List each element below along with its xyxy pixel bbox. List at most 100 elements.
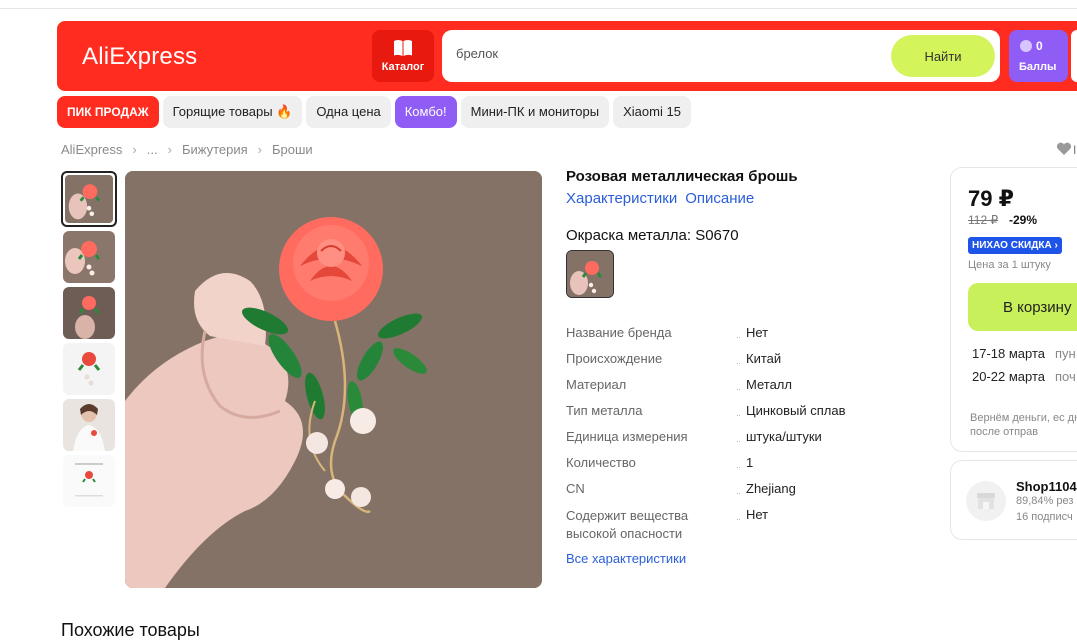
top-divider [0, 8, 1077, 9]
color-option-label: Окраска металла: S0670 [566, 227, 739, 244]
product-anchor-links: Характеристики Описание [566, 190, 754, 207]
spec-row: CN Zhejiang [566, 479, 896, 505]
shop-rating: 89,84% рез [1016, 495, 1074, 507]
spec-row: Материал Металл [566, 375, 896, 401]
old-price: 112 ₽ [968, 213, 999, 227]
thumbnail[interactable] [63, 399, 115, 451]
main-product-image[interactable] [125, 171, 542, 588]
spec-row: Тип металла Цинковый сплав [566, 401, 896, 427]
breadcrumb-item[interactable]: ... [147, 142, 158, 157]
points-count: 0 [1036, 39, 1043, 53]
thumbnail[interactable] [63, 231, 115, 283]
points-button[interactable]: 0 Баллы [1009, 30, 1068, 82]
spec-key: Название бренда [566, 325, 676, 340]
breadcrumb-item[interactable]: AliExpress [61, 142, 122, 157]
header-bar: AliExpress Каталог Найти 0 Баллы [57, 21, 1077, 91]
spec-key: Происхождение [566, 351, 667, 366]
spec-value: Нет [746, 325, 769, 340]
chevron-right-icon: › [257, 142, 263, 157]
delivery-date: 20-22 марта [972, 369, 1046, 384]
spec-key: CN [566, 481, 589, 496]
color-swatch[interactable] [566, 250, 614, 298]
product-title: Розовая металлическая брошь [566, 168, 798, 185]
spec-value: Нет [746, 507, 769, 522]
spec-row: Единица измерения штука/штуки [566, 427, 896, 453]
chevron-right-icon: › [167, 142, 172, 157]
delivery-date: 17-18 марта [972, 346, 1046, 361]
price-per-unit: Цена за 1 штуку [968, 259, 1051, 271]
delivery-method: пун [1055, 346, 1076, 361]
add-to-cart-button[interactable]: В корзину [968, 283, 1077, 331]
specs-table: Название бренда Нет Происхождение Китай … [566, 323, 896, 549]
spec-key: Единица измерения [566, 429, 692, 444]
breadcrumb-item[interactable]: Бижутерия [182, 142, 248, 157]
spec-key: Количество [566, 455, 640, 470]
aliexpress-logo[interactable]: AliExpress [82, 43, 197, 71]
similar-products-heading: Похожие товары [61, 620, 200, 640]
brooch-image [63, 231, 115, 283]
spec-value: Металл [746, 377, 792, 392]
thumbnail[interactable] [63, 287, 115, 339]
search-input[interactable] [456, 46, 876, 61]
brooch-image [65, 175, 113, 223]
size-chart-image [63, 455, 115, 507]
spec-key: Материал [566, 377, 631, 392]
chip-hot-items[interactable]: Горящие товары 🔥 [162, 96, 303, 128]
thumbnail-list [61, 171, 117, 511]
spec-value: 1 [746, 455, 754, 470]
chip-xiaomi[interactable]: Xiaomi 15 [613, 96, 691, 128]
description-link[interactable]: Описание [685, 190, 754, 207]
spec-key: Тип металла [566, 403, 647, 418]
shop-avatar [966, 481, 1006, 521]
coin-icon [1020, 40, 1032, 52]
category-chips: ПИК ПРОДАЖ Горящие товары 🔥 Одна цена Ко… [57, 96, 691, 128]
header-next-button-edge[interactable] [1071, 30, 1077, 82]
favorite-label: I [1073, 143, 1077, 157]
spec-key: Содержит вещества высокой опасности [566, 508, 689, 541]
brooch-image [125, 171, 542, 588]
heart-icon[interactable] [1056, 142, 1072, 156]
chip-one-price[interactable]: Одна цена [306, 96, 391, 128]
spec-row: Количество 1 [566, 453, 896, 479]
all-specs-link[interactable]: Все характеристики [566, 551, 686, 566]
breadcrumb-item[interactable]: Броши [272, 142, 313, 157]
spec-value: Китай [746, 351, 782, 366]
shop-card[interactable]: Shop1104 89,84% рез 16 подписч [950, 460, 1077, 540]
chip-peak-sales[interactable]: ПИК ПРОДАЖ [57, 96, 159, 128]
catalog-label: Каталог [381, 61, 425, 73]
buy-card: 79 ₽ 112 ₽ -29% НИХАО СКИДКА › Цена за 1… [950, 167, 1077, 452]
search-button[interactable]: Найти [891, 35, 995, 77]
chip-combo[interactable]: Комбо! [394, 96, 457, 128]
refund-note: Вернём деньги, ес дней после отправ [970, 412, 1077, 438]
thumbnail[interactable] [63, 343, 115, 395]
spec-row: Содержит вещества высокой опасности Нет [566, 505, 896, 549]
nihao-discount-badge[interactable]: НИХАО СКИДКА › [968, 237, 1062, 254]
store-icon [977, 493, 995, 509]
chevron-right-icon: › [132, 142, 137, 157]
delivery-option[interactable]: 20-22 марта поч [972, 369, 1076, 384]
spec-row: Происхождение Китай [566, 349, 896, 375]
search-box: Найти [442, 30, 1000, 82]
spec-row: Название бренда Нет [566, 323, 896, 349]
brooch-image [567, 251, 613, 297]
shop-name[interactable]: Shop1104 [1016, 479, 1077, 494]
shop-subscribers: 16 подписч [1016, 511, 1073, 523]
points-label: Баллы [1019, 61, 1057, 73]
breadcrumb: AliExpress › ... › Бижутерия › Броши [61, 142, 313, 157]
chip-mini-pc[interactable]: Мини-ПК и мониторы [460, 96, 610, 128]
thumbnail[interactable] [61, 171, 117, 227]
catalog-button[interactable]: Каталог [372, 30, 434, 82]
delivery-option[interactable]: 17-18 марта пун [972, 346, 1076, 361]
brooch-image [63, 343, 115, 395]
spec-value: Zhejiang [746, 481, 796, 496]
spec-value: Цинковый сплав [746, 403, 846, 418]
delivery-method: поч [1055, 369, 1076, 384]
thumbnail[interactable] [63, 455, 115, 507]
specs-link[interactable]: Характеристики [566, 190, 677, 207]
price: 79 ₽ [968, 186, 1014, 211]
discount-percent: -29% [1009, 213, 1038, 227]
model-image [63, 399, 115, 451]
brooch-image [63, 287, 115, 339]
book-icon [394, 40, 412, 56]
spec-value: штука/штуки [746, 429, 822, 444]
